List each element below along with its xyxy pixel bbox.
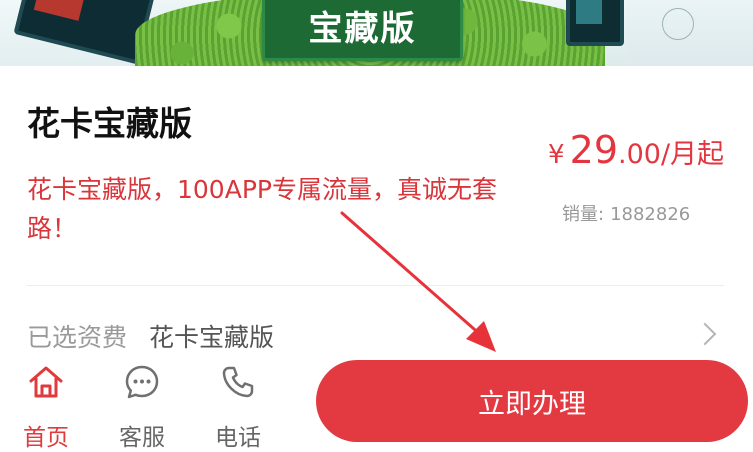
phone-icon [222, 366, 254, 398]
banner-plaque-text: 宝藏版 [308, 9, 417, 49]
tab-home[interactable]: 首页 [10, 352, 82, 452]
tab-phone-label: 电话 [215, 425, 261, 451]
price-integer: 29 [569, 128, 618, 172]
selected-plan-label: 已选资费 [27, 323, 128, 352]
banner-sketch-image [626, 0, 753, 66]
chevron-right-icon[interactable] [693, 322, 717, 346]
tab-customer-service-label: 客服 [119, 425, 165, 451]
home-icon [29, 366, 63, 398]
product-title: 花卡宝藏版 [27, 104, 192, 143]
product-price: ¥ 29.00/月起 [548, 128, 724, 172]
promo-banner: 宝藏版 [0, 0, 753, 66]
tab-phone[interactable]: 电话 [202, 352, 274, 452]
selected-plan-row[interactable]: 已选资费 花卡宝藏版 [27, 318, 274, 352]
banner-plaque: 宝藏版 [262, 0, 463, 61]
product-description: 花卡宝藏版，100APP专属流量，真诚无套路！ [27, 175, 497, 243]
chat-icon [125, 365, 159, 399]
tab-home-label: 首页 [23, 425, 69, 451]
selected-plan-value: 花卡宝藏版 [149, 323, 275, 352]
sales-count: 销量: 1882826 [562, 200, 690, 226]
apply-now-button[interactable]: 立即办理 [316, 360, 748, 442]
banner-monitor-right-image [566, 0, 624, 46]
sales-value: 1882826 [610, 204, 691, 225]
price-unit: /月起 [660, 139, 725, 170]
price-decimal: .00 [618, 139, 661, 170]
sales-label: 销量: [562, 204, 605, 225]
price-currency: ¥ [548, 140, 565, 170]
tab-customer-service[interactable]: 客服 [106, 352, 178, 452]
section-divider [27, 285, 724, 286]
